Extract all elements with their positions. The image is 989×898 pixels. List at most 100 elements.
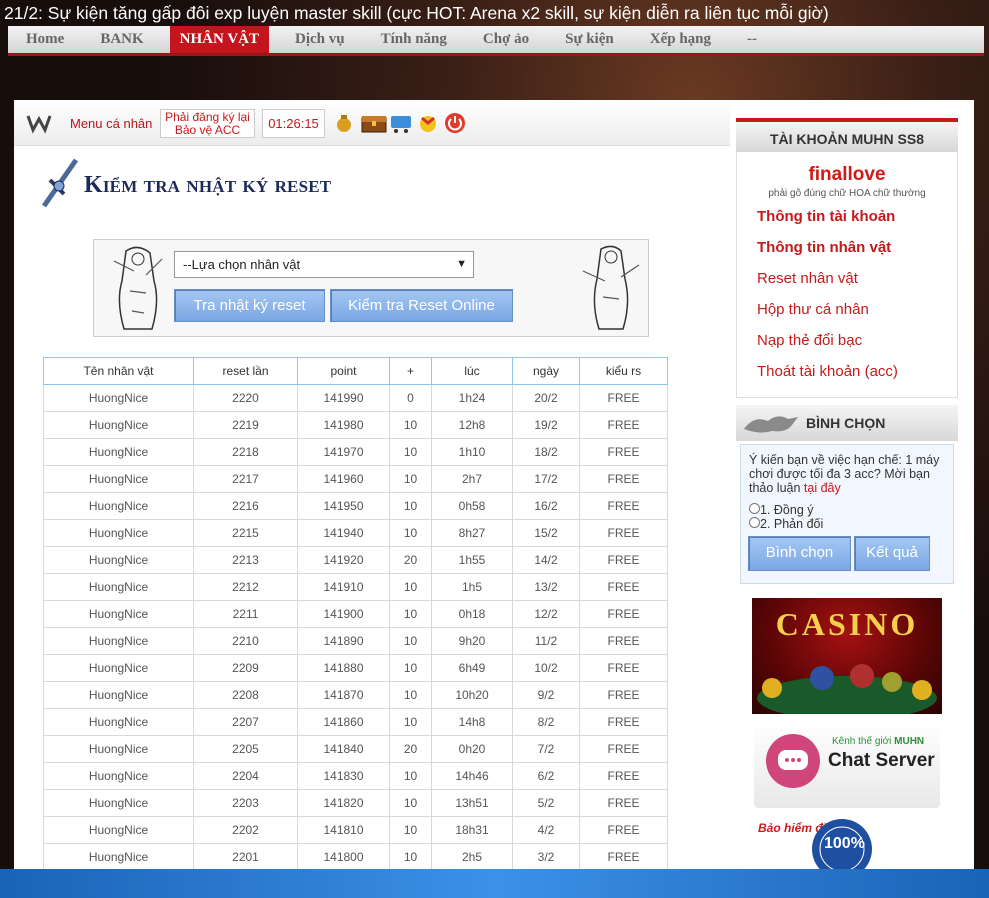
poll-radio-1[interactable] (749, 503, 760, 514)
table-row: HuongNice 2215 141940 10 8h27 15/2 FREE (43, 519, 668, 547)
session-timer: 01:26:15 (262, 109, 325, 138)
nav-item-1[interactable]: BANK (82, 26, 161, 53)
account-info-link[interactable]: Thông tin tài khoản (757, 208, 895, 225)
nav-item-7[interactable]: Xếp hạng (632, 26, 729, 53)
table-cell: FREE (579, 492, 668, 520)
poll-header: BÌNH CHỌN (736, 405, 958, 441)
check-reset-online-button[interactable]: Kiểm tra Reset Online (330, 289, 513, 322)
table-cell: 141900 (297, 600, 390, 628)
table-cell: 2211 (193, 600, 298, 628)
table-cell: 7/2 (512, 735, 580, 763)
table-cell: 141940 (297, 519, 390, 547)
recharge-link[interactable]: Nạp thẻ đổi bạc (757, 332, 862, 349)
table-cell: 141880 (297, 654, 390, 682)
logo-w-icon[interactable] (26, 112, 52, 134)
vote-button[interactable]: Bình chọn (748, 536, 851, 571)
table-cell: 2217 (193, 465, 298, 493)
column-header: kiểu rs (579, 357, 668, 385)
shopping-cart-icon[interactable] (390, 112, 412, 134)
column-header: + (389, 357, 432, 385)
table-cell: 14/2 (512, 546, 580, 574)
table-cell: HuongNice (43, 546, 194, 574)
table-cell: 2201 (193, 843, 298, 871)
table-cell: 10 (389, 492, 432, 520)
table-row: HuongNice 2201 141800 10 2h5 3/2 FREE (43, 843, 668, 871)
casino-title: CASINO (775, 606, 919, 642)
poll-question-text: Ý kiến bạn về việc hạn chế: 1 máy chơi đ… (749, 453, 940, 495)
poll-option-label: 2. Phản đối (760, 517, 824, 531)
table-cell: 141870 (297, 681, 390, 709)
account-username: finallove (808, 164, 886, 185)
table-header-row: Tên nhân vật reset lần point + lúc ngày kiểu r… (43, 357, 668, 385)
money-bag-icon[interactable] (333, 112, 355, 134)
character-info-link[interactable]: Thông tin nhân vật (757, 239, 891, 256)
results-button[interactable]: Kết quả (854, 536, 930, 571)
table-row: HuongNice 2205 141840 20 0h20 7/2 FREE (43, 735, 668, 763)
table-cell: 10 (389, 627, 432, 655)
table-cell: FREE (579, 573, 668, 601)
table-row: HuongNice 2207 141860 10 14h8 8/2 FREE (43, 708, 668, 736)
casino-banner[interactable]: CASINO (752, 598, 942, 714)
poll-option-2[interactable]: 2. Phản đối (749, 517, 945, 531)
nav-item-4[interactable]: Tính năng (363, 26, 465, 53)
poll-option-1[interactable]: 1. Đồng ý (749, 503, 945, 517)
table-cell: 17/2 (512, 465, 580, 493)
column-header: point (297, 357, 390, 385)
gift-icon[interactable] (417, 112, 439, 134)
register-warning[interactable]: Phải đăng ký lại Bảo vệ ACC (160, 109, 255, 138)
table-cell: 8/2 (512, 708, 580, 736)
table-cell: 141990 (297, 384, 390, 412)
table-cell: 10 (389, 411, 432, 439)
table-cell: HuongNice (43, 573, 194, 601)
insurance-banner[interactable]: Bảo hiểm đồ 100% (752, 815, 942, 870)
table-cell: FREE (579, 681, 668, 709)
table-cell: 2203 (193, 789, 298, 817)
warning-line-2: Bảo vệ ACC (174, 123, 241, 137)
taskbar-strip (0, 869, 989, 898)
table-row: HuongNice 2202 141810 10 18h31 4/2 FREE (43, 816, 668, 844)
table-cell: FREE (579, 519, 668, 547)
personal-menu-link[interactable]: Menu cá nhân (70, 116, 152, 131)
check-reset-log-button[interactable]: Tra nhật ký reset (174, 289, 325, 322)
table-cell: 16/2 (512, 492, 580, 520)
poll-radio-2[interactable] (749, 517, 760, 528)
nav-item-8[interactable]: -- (729, 26, 775, 53)
table-cell: 141840 (297, 735, 390, 763)
table-cell: HuongNice (43, 465, 194, 493)
table-cell: 10 (389, 438, 432, 466)
sword-emblem-icon (41, 158, 79, 208)
account-header: TÀI KHOẢN MUHN SS8 (736, 118, 958, 152)
table-cell: 1h55 (431, 546, 513, 574)
chat-server-banner[interactable]: Kênh thế giới MUHN Chat Server (754, 722, 940, 808)
table-cell: 2216 (193, 492, 298, 520)
nav-item-2[interactable]: NHÂN VẬT (169, 26, 269, 53)
character-select-dropdown[interactable]: --Lựa chọn nhân vật ▼ (174, 251, 474, 278)
column-header: Tên nhân vật (43, 357, 194, 385)
nav-item-5[interactable]: Chợ ảo (465, 26, 547, 53)
column-header: ngày (512, 357, 580, 385)
nav-item-6[interactable]: Sự kiện (547, 26, 632, 53)
table-cell: HuongNice (43, 708, 194, 736)
selected-character: --Lựa chọn nhân vật (183, 257, 301, 272)
treasure-chest-icon[interactable] (360, 112, 388, 134)
table-cell: 14h8 (431, 708, 513, 736)
table-row: HuongNice 2212 141910 10 1h5 13/2 FREE (43, 573, 668, 601)
nav-item-0[interactable]: Home (8, 26, 82, 53)
discuss-link[interactable]: tại đây (804, 481, 841, 495)
table-row: HuongNice 2217 141960 10 2h7 17/2 FREE (43, 465, 668, 493)
column-header: lúc (431, 357, 513, 385)
table-cell: 10 (389, 816, 432, 844)
table-cell: 2212 (193, 573, 298, 601)
table-cell: HuongNice (43, 411, 194, 439)
power-icon[interactable] (444, 112, 466, 134)
table-cell: 5/2 (512, 789, 580, 817)
table-cell: 141980 (297, 411, 390, 439)
reset-character-link[interactable]: Reset nhân vật (757, 270, 858, 287)
table-cell: 12/2 (512, 600, 580, 628)
table-cell: 20 (389, 546, 432, 574)
logout-link[interactable]: Thoát tài khoản (acc) (757, 363, 898, 380)
nav-item-3[interactable]: Dịch vụ (277, 26, 363, 53)
table-cell: HuongNice (43, 789, 194, 817)
table-cell: 13h51 (431, 789, 513, 817)
mailbox-link[interactable]: Hộp thư cá nhân (757, 301, 869, 318)
